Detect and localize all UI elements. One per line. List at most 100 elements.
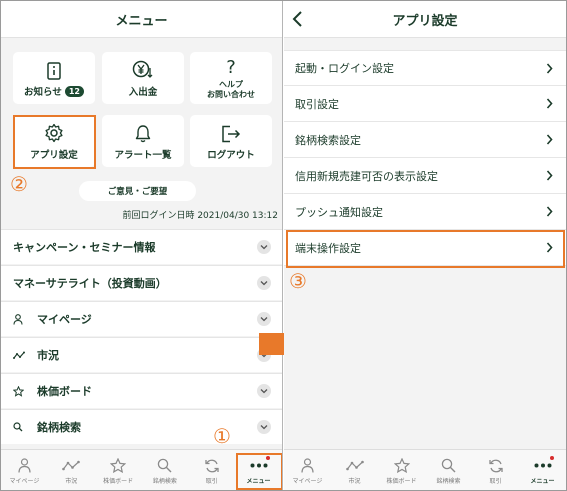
- tab-label: マイページ: [292, 477, 323, 485]
- search-icon: [158, 458, 172, 473]
- tab-trade[interactable]: 取引: [188, 450, 235, 490]
- star-icon: [393, 458, 410, 473]
- market-line-icon: [345, 460, 364, 471]
- accordion-label: 銘柄検索: [37, 421, 81, 434]
- tab-label: 株価ボード: [103, 477, 134, 485]
- logout-icon: [222, 125, 241, 143]
- logout-tile[interactable]: ログアウト: [190, 115, 272, 167]
- chevron-right-icon: [546, 98, 553, 109]
- settings-item-label: 銘柄検索設定: [295, 133, 361, 147]
- settings-item-margin-short-display[interactable]: 信用新規売建可否の表示設定: [284, 158, 566, 194]
- search-icon: [13, 422, 23, 432]
- device-operation-highlight: [286, 230, 565, 268]
- settings-item-startup-login[interactable]: 起動・ログイン設定: [284, 50, 566, 86]
- settings-header: アプリ設定: [284, 1, 566, 38]
- app-settings-highlight: [13, 115, 96, 169]
- tab-stock-board[interactable]: 株価ボード: [378, 450, 425, 490]
- chevron-down-icon: [257, 420, 271, 434]
- tab-label: 取引: [489, 477, 502, 485]
- tab-label: 銘柄検索: [152, 477, 177, 485]
- settings-item-label: 信用新規売建可否の表示設定: [295, 169, 438, 183]
- chevron-right-icon: [546, 134, 553, 145]
- bell-icon: [135, 125, 151, 143]
- accordion-label: 市況: [37, 349, 59, 362]
- chevron-down-icon: [257, 384, 271, 398]
- refresh-icon: [488, 459, 503, 472]
- accordion-campaign-seminar[interactable]: キャンペーン・セミナー情報: [1, 229, 282, 264]
- help-label-line1: ヘルプ: [219, 80, 243, 89]
- tab-menu[interactable]: メニュー: [519, 450, 566, 490]
- star-icon: [110, 458, 127, 473]
- tab-label: 取引: [205, 477, 218, 485]
- deposit-withdraw-tile[interactable]: 入出金: [102, 52, 184, 104]
- tab-market[interactable]: 市況: [48, 450, 95, 490]
- tab-market[interactable]: 市況: [331, 450, 378, 490]
- accordion-label: マイページ: [37, 313, 92, 326]
- person-icon: [18, 458, 31, 473]
- accordion-label: キャンペーン・セミナー情報: [13, 241, 156, 254]
- settings-item-push-notification[interactable]: プッシュ通知設定: [284, 194, 566, 230]
- feedback-button[interactable]: ご意見・ご要望: [79, 181, 196, 201]
- accordion-market[interactable]: 市況: [1, 337, 282, 372]
- tab-stock-search[interactable]: 銘柄検索: [425, 450, 472, 490]
- tab-stock-search[interactable]: 銘柄検索: [141, 450, 188, 490]
- accordion-stock-board[interactable]: 株価ボード: [1, 373, 282, 408]
- tab-trade[interactable]: 取引: [472, 450, 519, 490]
- tab-label: 市況: [348, 477, 361, 485]
- menu-tab-highlight: [236, 453, 282, 490]
- search-icon: [441, 458, 456, 473]
- settings-item-trade[interactable]: 取引設定: [284, 86, 566, 122]
- star-icon: [13, 385, 24, 397]
- accordion-money-satellite[interactable]: マネーサテライト（投資動画）: [1, 265, 282, 300]
- settings-item-label: プッシュ通知設定: [295, 205, 383, 219]
- refresh-icon: [205, 459, 219, 472]
- step-marker-2: ②: [10, 172, 28, 196]
- accordion-label: マネーサテライト（投資動画）: [13, 277, 167, 290]
- notice-label: お知らせ: [24, 87, 62, 98]
- tab-mypage[interactable]: マイページ: [1, 450, 48, 490]
- market-line-icon: [62, 460, 81, 471]
- back-chevron-icon[interactable]: [288, 7, 310, 31]
- help-tile[interactable]: ? ヘルプ お問い合わせ: [190, 52, 272, 104]
- settings-item-label: 起動・ログイン設定: [295, 62, 394, 75]
- alert-list-tile[interactable]: アラート一覧: [102, 115, 184, 167]
- chevron-right-icon: [546, 170, 553, 181]
- tab-label: マイページ: [9, 477, 40, 485]
- question-icon: ?: [226, 57, 236, 78]
- person-icon: [13, 313, 23, 325]
- page-title: メニュー: [115, 13, 168, 29]
- chevron-down-icon: [257, 240, 271, 254]
- step-marker-3: ③: [289, 269, 307, 293]
- logout-label: ログアウト: [207, 150, 255, 161]
- page-title: アプリ設定: [392, 13, 458, 29]
- alert-list-label: アラート一覧: [114, 150, 172, 161]
- tab-stock-board[interactable]: 株価ボード: [95, 450, 142, 490]
- tab-label: 株価ボード: [386, 477, 417, 485]
- tab-label: 銘柄検索: [436, 477, 461, 485]
- app-settings-screen: アプリ設定 起動・ログイン設定 取引設定 銘柄検索設定 信用新規売建可否の表示設…: [284, 1, 566, 490]
- market-line-icon: [13, 351, 25, 359]
- feedback-label: ご意見・ご要望: [107, 187, 168, 197]
- deposit-withdraw-label: 入出金: [128, 87, 158, 98]
- tab-label: 市況: [65, 477, 78, 485]
- last-login-info: 前回ログイン日時 2021/04/30 13:12: [122, 211, 278, 221]
- settings-item-label: 取引設定: [295, 97, 339, 111]
- yen-transfer-icon: [132, 60, 153, 78]
- step-marker-1: ①: [213, 424, 231, 448]
- menu-screen: メニュー お知らせ 12 入出金 ? ヘルプ お問い合わせ アプリ設定 アラート一覧…: [1, 1, 283, 490]
- chevron-right-icon: [546, 63, 553, 74]
- notification-dot: [550, 456, 554, 460]
- settings-item-stock-search[interactable]: 銘柄検索設定: [284, 122, 566, 158]
- accordion-mypage[interactable]: マイページ: [1, 301, 282, 336]
- notice-tile[interactable]: お知らせ 12: [13, 52, 95, 104]
- tab-label: メニュー: [530, 477, 555, 485]
- tab-mypage[interactable]: マイページ: [284, 450, 331, 490]
- bottom-tab-bar: マイページ 市況 株価ボード 銘柄検索 取引 メニュー: [284, 449, 566, 490]
- menu-header: メニュー: [1, 1, 282, 38]
- accordion-label: 株価ボード: [37, 385, 92, 398]
- person-icon: [301, 458, 314, 473]
- help-label-line2: お問い合わせ: [207, 90, 255, 99]
- more-dots-icon: [534, 463, 551, 468]
- accordion-stock-search[interactable]: 銘柄検索: [1, 409, 282, 444]
- notice-count-badge: 12: [64, 85, 84, 97]
